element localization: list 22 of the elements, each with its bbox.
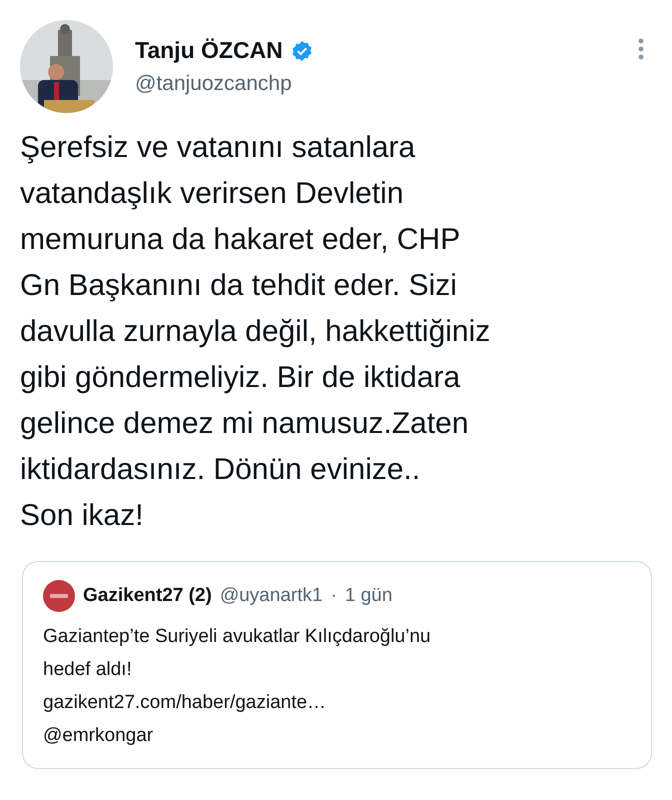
tweet-text-line: memuruna da hakaret eder, CHP [20, 222, 462, 258]
quoted-text-line: gazikent27.com/haber/gaziante… [43, 691, 328, 715]
quoted-author-name[interactable]: Gazikent27 (2) [83, 585, 212, 607]
author-name[interactable]: Tanju ÖZCAN [135, 37, 283, 64]
more-options-icon[interactable] [638, 38, 644, 60]
quoted-text-line: @emrkongar [43, 724, 154, 748]
author-handle[interactable]: @tanjuozcanchp [135, 72, 313, 96]
quoted-tweet-card[interactable]: Gazikent27 (2) @uyanartk1 · 1 gün Gaziantep’te Suriyeli avukatlar Kılıçdaroğlu’nu hedef aldı! gazikent27.com/haber/gaziante… @emrkongar [22, 561, 652, 769]
quoted-author-handle[interactable]: @uyanartk1 [220, 585, 323, 607]
logo-icon [43, 580, 75, 612]
tweet-text-line: Son ikaz! [20, 498, 144, 534]
quoted-text-line: Gaziantep’te Suriyeli avukatlar Kılıçdaroğlu’nu [43, 625, 432, 649]
tweet-text-line: gelince demez mi namusuz.Zaten [20, 406, 470, 442]
post-time: 1 gün [344, 585, 392, 607]
tweet-text-line: Gn Başkanını da tehdit eder. Sizi [20, 268, 458, 304]
tweet-text-line: davulla zurnayla değil, hakkettiğiniz [20, 314, 492, 350]
tweet-text-line: iktidardasınız. Dönün evinize.. [20, 452, 422, 488]
separator: · [330, 585, 337, 607]
tweet-text-line: vatandaşlık verirsen Devletin [20, 176, 405, 212]
quoted-text-line: hedef aldı! [43, 658, 133, 682]
tweet-text-line: Şerefsiz ve vatanını satanlara [20, 130, 416, 166]
tweet-text-line: gibi göndermeliyiz. Bir de iktidara [20, 360, 462, 396]
